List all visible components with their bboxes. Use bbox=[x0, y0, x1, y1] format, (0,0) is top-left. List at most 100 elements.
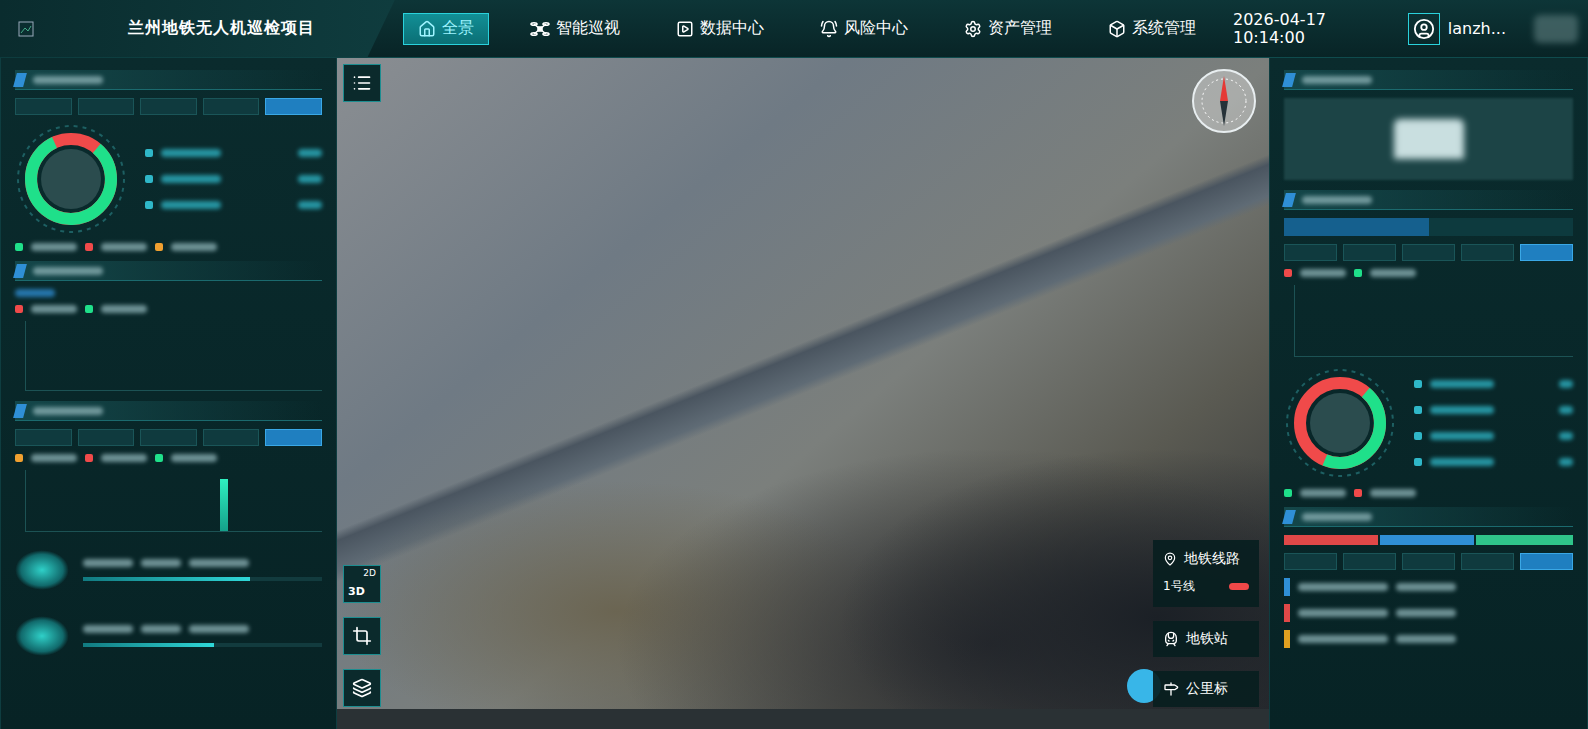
tab[interactable] bbox=[1284, 244, 1337, 261]
blurred-label bbox=[1430, 432, 1494, 440]
legend-dot bbox=[1354, 269, 1362, 277]
tab[interactable] bbox=[1402, 553, 1455, 570]
line-label: 1号线 bbox=[1163, 578, 1195, 595]
satellite-map[interactable]: 2D3D 地铁线路 1号线地铁站公里标 bbox=[337, 58, 1269, 709]
stat-row bbox=[1414, 432, 1573, 440]
hazard-tabs bbox=[1284, 553, 1573, 570]
user-name: lanzh... bbox=[1448, 19, 1506, 38]
hazard-section bbox=[1284, 507, 1573, 648]
layers-button[interactable] bbox=[343, 669, 381, 707]
stat-dot bbox=[145, 149, 153, 157]
blurred-label bbox=[141, 625, 181, 633]
user-menu[interactable]: lanzh... bbox=[1408, 13, 1578, 45]
tab[interactable] bbox=[265, 98, 322, 115]
nav-item[interactable]: 系统管理 bbox=[1093, 13, 1211, 45]
line-row[interactable]: 1号线 bbox=[1163, 578, 1249, 595]
box-icon bbox=[1108, 20, 1126, 38]
legend-dot bbox=[155, 454, 163, 462]
blurred-label bbox=[1430, 406, 1494, 414]
split-tab[interactable] bbox=[1284, 218, 1429, 236]
section-title bbox=[1284, 190, 1573, 210]
trend-section bbox=[15, 261, 322, 391]
blurred-label bbox=[189, 625, 249, 633]
legend-dot bbox=[15, 454, 23, 462]
tab[interactable] bbox=[1461, 553, 1514, 570]
view-2d-label: 2D bbox=[363, 568, 376, 578]
split-tab[interactable] bbox=[1429, 218, 1574, 236]
right-panel bbox=[1269, 58, 1588, 729]
hazard-bar bbox=[1380, 535, 1474, 545]
legend bbox=[1284, 269, 1573, 277]
tab[interactable] bbox=[15, 98, 72, 115]
nav-item[interactable]: 风险中心 bbox=[805, 13, 923, 45]
blurred-label bbox=[101, 454, 147, 462]
layer-button[interactable]: 地铁站 bbox=[1153, 621, 1259, 657]
station-image bbox=[1284, 98, 1573, 180]
crop-icon bbox=[352, 626, 372, 646]
inspection-tabs bbox=[1284, 244, 1573, 261]
stat-row bbox=[1414, 406, 1573, 414]
main-nav: 全景智能巡视数据中心风险中心资产管理系统管理 bbox=[403, 13, 1211, 45]
crop-button[interactable] bbox=[343, 617, 381, 655]
stat-row bbox=[145, 149, 322, 157]
tab[interactable] bbox=[1520, 553, 1573, 570]
split-tabs bbox=[1284, 218, 1573, 236]
logo-icon bbox=[18, 19, 106, 39]
nav-item[interactable]: 数据中心 bbox=[661, 13, 779, 45]
layer-button[interactable]: 公里标 bbox=[1153, 671, 1259, 707]
blurred-value bbox=[1559, 406, 1573, 414]
tab[interactable] bbox=[1343, 244, 1396, 261]
tab[interactable] bbox=[203, 98, 260, 115]
date: 2026-04-17 bbox=[1233, 11, 1326, 29]
tab[interactable] bbox=[78, 429, 135, 446]
blurred-label bbox=[161, 201, 221, 209]
user-frame bbox=[1408, 13, 1440, 45]
blurred-label bbox=[33, 76, 103, 84]
legend bbox=[15, 454, 322, 462]
hazard-bars bbox=[1284, 535, 1573, 545]
blurred-label bbox=[1302, 76, 1372, 84]
nav-item[interactable]: 资产管理 bbox=[949, 13, 1067, 45]
tab[interactable] bbox=[1520, 244, 1573, 261]
tab[interactable] bbox=[15, 429, 72, 446]
bell-icon bbox=[820, 20, 838, 38]
tab[interactable] bbox=[140, 98, 197, 115]
progress-track bbox=[83, 643, 322, 647]
tab[interactable] bbox=[203, 429, 260, 446]
blurred-label bbox=[33, 407, 103, 415]
tab[interactable] bbox=[1343, 553, 1396, 570]
legend-dot bbox=[85, 305, 93, 313]
blurred-label bbox=[31, 243, 77, 251]
line-legend-title[interactable]: 地铁线路 bbox=[1163, 550, 1249, 568]
tab[interactable] bbox=[1461, 244, 1514, 261]
app: 兰州地铁无人机巡检项目全景智能巡视数据中心风险中心资产管理系统管理2026-04… bbox=[0, 0, 1588, 729]
menu-button[interactable] bbox=[343, 64, 381, 102]
building-icon bbox=[1394, 119, 1464, 159]
hazard-row bbox=[1284, 578, 1573, 596]
nav-item[interactable]: 智能巡视 bbox=[515, 13, 635, 45]
blurred-value bbox=[298, 201, 322, 209]
platform-icon bbox=[15, 616, 69, 656]
blurred-label bbox=[1370, 489, 1416, 497]
blurred-label bbox=[31, 454, 77, 462]
tab[interactable] bbox=[140, 429, 197, 446]
chart-bar bbox=[220, 479, 228, 531]
video-icon bbox=[676, 20, 694, 38]
tab[interactable] bbox=[78, 98, 135, 115]
stat-row bbox=[145, 175, 322, 183]
blurred-label bbox=[171, 243, 217, 251]
tab[interactable] bbox=[1402, 244, 1455, 261]
asset-card bbox=[15, 608, 322, 664]
section-icon bbox=[1282, 510, 1296, 524]
section-title bbox=[1284, 70, 1573, 90]
nav-item[interactable]: 全景 bbox=[403, 13, 489, 45]
legend-dot bbox=[15, 305, 23, 313]
compass[interactable] bbox=[1191, 68, 1257, 134]
monitor-section bbox=[1284, 70, 1573, 180]
view-toggle-button[interactable]: 2D3D bbox=[343, 565, 381, 603]
tab[interactable] bbox=[1284, 553, 1337, 570]
map-column: 2D3D 地铁线路 1号线地铁站公里标 bbox=[337, 58, 1269, 729]
line-legend: 地铁线路 1号线 bbox=[1153, 540, 1259, 607]
home-icon bbox=[418, 20, 436, 38]
tab[interactable] bbox=[265, 429, 322, 446]
